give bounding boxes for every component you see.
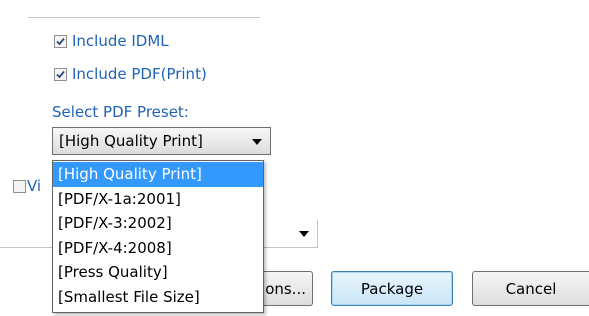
preset-option[interactable]: [PDF/X-4:2008] [53, 236, 263, 261]
chevron-down-icon [252, 139, 262, 145]
separator-line [28, 17, 260, 18]
include-pdf-checkbox[interactable] [54, 68, 67, 81]
include-idml-checkbox-row[interactable]: Include IDML [54, 34, 169, 49]
preset-option[interactable]: [PDF/X-3:2002] [53, 211, 263, 236]
preset-option[interactable]: [Smallest File Size] [53, 285, 263, 310]
pdf-preset-dropdown-list: [High Quality Print] [PDF/X-1a:2001] [PD… [52, 160, 264, 313]
view-report-label: Vi [27, 177, 42, 195]
include-idml-checkbox[interactable] [54, 35, 67, 48]
include-pdf-label: Include PDF(Print) [72, 65, 207, 83]
include-pdf-checkbox-row[interactable]: Include PDF(Print) [54, 67, 207, 82]
pdf-preset-label: Select PDF Preset: [52, 103, 189, 121]
view-report-checkbox[interactable] [13, 180, 26, 193]
preset-option[interactable]: [Press Quality] [53, 260, 263, 285]
pdf-preset-value: [High Quality Print] [59, 132, 203, 150]
include-idml-label: Include IDML [72, 32, 169, 50]
chevron-down-icon [299, 231, 309, 237]
pdf-preset-select[interactable]: [High Quality Print] [52, 127, 271, 155]
checkmark-icon [56, 37, 65, 46]
package-button[interactable]: Package [331, 271, 453, 306]
cancel-button[interactable]: Cancel [472, 271, 589, 306]
preset-option[interactable]: [PDF/X-1a:2001] [53, 187, 263, 212]
preset-option[interactable]: [High Quality Print] [53, 162, 263, 187]
checkmark-icon [56, 70, 65, 79]
